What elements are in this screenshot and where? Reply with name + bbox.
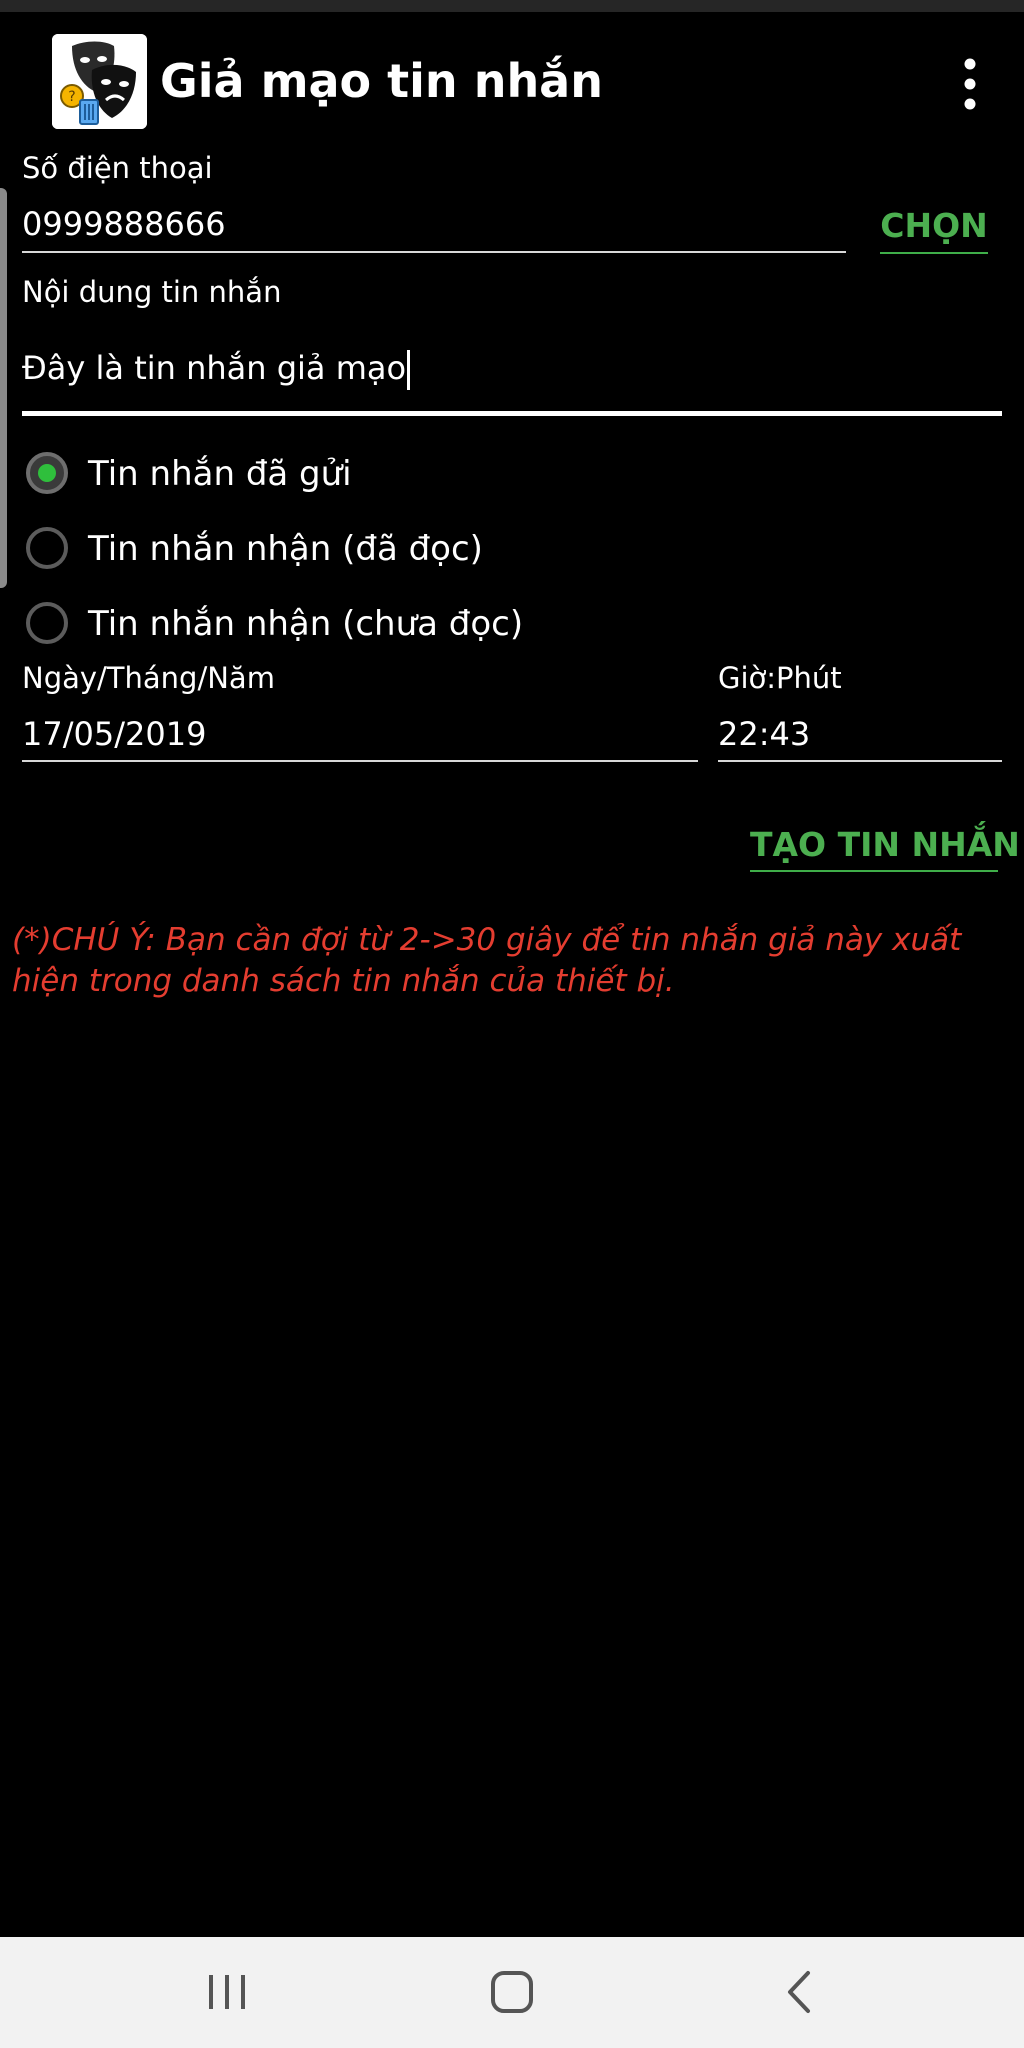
- radio-received-unread-label: Tin nhắn nhận (chưa đọc): [88, 604, 524, 644]
- more-vert-icon[interactable]: [946, 54, 994, 114]
- edge-panel-handle[interactable]: [0, 188, 7, 588]
- message-field[interactable]: Đây là tin nhắn giả mạo: [22, 346, 411, 390]
- radio-sent[interactable]: Tin nhắn đã gửi: [24, 446, 724, 506]
- date-field[interactable]: 17/05/2019: [22, 712, 206, 756]
- date-label: Ngày/Tháng/Năm: [22, 661, 275, 695]
- phone-field-underline: [22, 251, 846, 253]
- time-field-underline: [718, 760, 1002, 762]
- message-label: Nội dung tin nhắn: [22, 275, 282, 309]
- text-cursor: [407, 350, 411, 390]
- radio-unchecked-icon: [26, 527, 68, 569]
- create-message-button[interactable]: TẠO TIN NHẮN: [750, 820, 1020, 872]
- recents-icon[interactable]: [187, 1957, 267, 2027]
- home-icon[interactable]: [472, 1957, 552, 2027]
- date-field-underline: [22, 760, 698, 762]
- pick-contact-button[interactable]: CHỌN: [880, 200, 988, 254]
- time-field[interactable]: 22:43: [718, 712, 810, 756]
- warning-notice: (*)CHÚ Ý: Bạn cần đợi từ 2->30 giây để t…: [12, 922, 962, 999]
- radio-checked-icon: [26, 452, 68, 494]
- radio-unchecked-icon: [26, 602, 68, 644]
- message-field-underline: [22, 411, 1002, 416]
- system-nav-bar: [0, 1937, 1024, 2048]
- phone-label: Số điện thoại: [22, 151, 213, 185]
- back-icon[interactable]: [760, 1957, 840, 2027]
- phone-field[interactable]: 0999888666: [22, 202, 226, 246]
- status-bar: [0, 0, 1024, 12]
- theater-masks-icon: ?: [52, 34, 147, 129]
- message-field-text: Đây là tin nhắn giả mạo: [22, 349, 407, 387]
- radio-sent-label: Tin nhắn đã gửi: [88, 454, 352, 494]
- time-label: Giờ:Phút: [718, 661, 842, 695]
- app-title: Giả mạo tin nhắn: [160, 54, 603, 108]
- radio-received-unread[interactable]: Tin nhắn nhận (chưa đọc): [24, 596, 724, 656]
- svg-text:?: ?: [68, 89, 75, 105]
- screen: ? Giả mạo tin nhắn Số điện thoại 0999888…: [0, 0, 1024, 2048]
- radio-received-read-label: Tin nhắn nhận (đã đọc): [88, 529, 483, 569]
- app-bar: ? Giả mạo tin nhắn: [0, 12, 1024, 152]
- radio-received-read[interactable]: Tin nhắn nhận (đã đọc): [24, 521, 724, 581]
